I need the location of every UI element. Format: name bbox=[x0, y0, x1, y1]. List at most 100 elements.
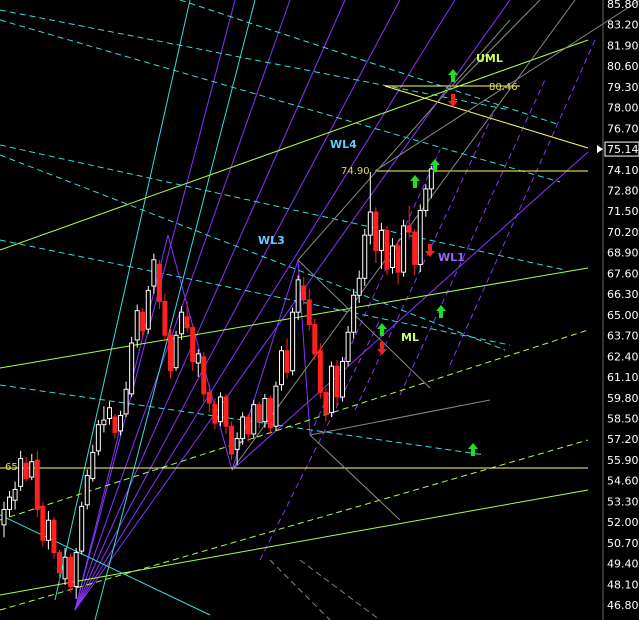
trendline-1 bbox=[74, 0, 236, 611]
candle-body-58 bbox=[323, 391, 329, 415]
candle-body-14 bbox=[79, 505, 85, 552]
candle-body-32 bbox=[179, 311, 185, 335]
candle-body-29 bbox=[162, 300, 168, 336]
y-tick-label-13: 67.60 bbox=[607, 267, 639, 280]
trendline-22 bbox=[0, 239, 511, 346]
candle-body-33 bbox=[184, 316, 190, 329]
candle-body-10 bbox=[57, 552, 62, 574]
arrow-down-4 bbox=[425, 244, 435, 257]
pitchfork-chart: UML 80.46 WL4 74.90 WL3 WL1 ML 65 85.80 83.20 81.… bbox=[0, 0, 639, 620]
candle-body-37 bbox=[206, 391, 212, 404]
candle-body-60 bbox=[334, 365, 340, 398]
candle-body-61 bbox=[340, 361, 346, 398]
candle-body-48 bbox=[267, 398, 273, 429]
y-tick-label-19: 59.80 bbox=[607, 392, 639, 405]
candle-body-7 bbox=[40, 505, 46, 541]
candle-body-20 bbox=[112, 416, 118, 433]
y-tick-label-27: 49.40 bbox=[607, 558, 639, 571]
candle-body-76 bbox=[423, 188, 429, 211]
annotation-label-6: ML bbox=[401, 331, 419, 344]
y-tick-label-24: 53.30 bbox=[607, 495, 639, 508]
trendline-39 bbox=[309, 434, 401, 521]
trendline-17 bbox=[94, 0, 256, 620]
candle-body-24 bbox=[134, 310, 140, 341]
candle-body-69 bbox=[384, 230, 390, 270]
trendline-3 bbox=[74, 0, 346, 611]
trendline-42 bbox=[299, 559, 381, 620]
candle-body-67 bbox=[373, 211, 379, 252]
candle-body-56 bbox=[312, 324, 318, 355]
arrow-up-7 bbox=[436, 305, 446, 318]
candle-body-70 bbox=[390, 245, 395, 269]
candle-body-3 bbox=[18, 458, 24, 487]
candle-body-18 bbox=[101, 419, 107, 426]
y-tick-label-17: 62.40 bbox=[607, 350, 639, 363]
candle-body-23 bbox=[129, 342, 135, 395]
candle-body-12 bbox=[68, 556, 74, 588]
candle-body-46 bbox=[256, 404, 262, 423]
candle-body-45 bbox=[251, 404, 257, 435]
candle-body-9 bbox=[51, 519, 57, 554]
candle-body-34 bbox=[190, 327, 196, 363]
y-tick-label-3: 80.60 bbox=[607, 60, 639, 73]
candle-body-71 bbox=[395, 245, 401, 273]
trendline-layer bbox=[0, 0, 639, 620]
candle-body-62 bbox=[345, 331, 351, 363]
candle-body-30 bbox=[168, 334, 173, 372]
trendline-2 bbox=[74, 0, 291, 611]
y-tick-label-7: 75.14 bbox=[607, 143, 639, 156]
trendline-19 bbox=[0, 19, 561, 183]
candle-body-39 bbox=[217, 396, 223, 423]
y-tick-label-22: 55.90 bbox=[607, 454, 639, 467]
trendline-34 bbox=[384, 85, 589, 149]
y-tick-label-23: 54.60 bbox=[607, 475, 639, 488]
candle-body-41 bbox=[229, 425, 235, 455]
annotation-label-5: WL1 bbox=[438, 251, 465, 264]
candle-body-53 bbox=[295, 279, 301, 313]
trendline-10 bbox=[231, 151, 589, 471]
candle-body-74 bbox=[412, 231, 418, 265]
candle-body-44 bbox=[245, 416, 251, 435]
y-tick-label-15: 65.00 bbox=[607, 309, 639, 322]
candle-body-77 bbox=[428, 168, 434, 190]
candle-body-54 bbox=[301, 285, 307, 301]
candle-body-75 bbox=[417, 209, 423, 265]
last-price-marker bbox=[597, 145, 603, 154]
y-tick-label-12: 68.90 bbox=[607, 247, 639, 260]
candle-body-68 bbox=[378, 230, 384, 252]
candles-layer bbox=[1, 165, 434, 599]
y-tick-label-8: 74.10 bbox=[607, 164, 639, 177]
annotation-label-7: 65 bbox=[5, 462, 18, 473]
candle-body-72 bbox=[401, 225, 407, 273]
y-tick-label-18: 61.10 bbox=[607, 371, 639, 384]
candle-body-73 bbox=[406, 225, 412, 233]
candle-body-26 bbox=[145, 290, 151, 330]
arrow-down-1 bbox=[448, 94, 458, 107]
candle-body-55 bbox=[306, 299, 312, 326]
y-tick-label-28: 48.10 bbox=[607, 578, 639, 591]
candle-body-38 bbox=[212, 404, 218, 424]
candle-body-40 bbox=[223, 396, 229, 427]
trendline-41 bbox=[269, 559, 331, 620]
annotation-label-1: 80.46 bbox=[489, 82, 518, 93]
candle-body-66 bbox=[367, 211, 373, 236]
candle-body-17 bbox=[95, 424, 101, 452]
y-tick-label-4: 79.30 bbox=[607, 81, 639, 94]
candle-body-5 bbox=[29, 461, 35, 478]
candle-body-52 bbox=[290, 311, 296, 372]
candle-body-59 bbox=[328, 365, 334, 413]
y-tick-label-2: 81.90 bbox=[607, 39, 639, 52]
candle-body-36 bbox=[201, 356, 207, 395]
candle-body-64 bbox=[356, 277, 362, 296]
trendline-20 bbox=[0, 144, 566, 271]
y-tick-label-10: 71.50 bbox=[607, 205, 639, 218]
candle-body-16 bbox=[90, 451, 96, 480]
candle-body-22 bbox=[123, 388, 129, 415]
candle-body-63 bbox=[351, 294, 357, 333]
candle-body-57 bbox=[317, 350, 323, 393]
candle-body-0 bbox=[1, 508, 7, 526]
candle-body-27 bbox=[151, 259, 157, 287]
candle-body-21 bbox=[118, 414, 124, 432]
annotation-label-0: UML bbox=[476, 52, 503, 65]
price-axis: 85.80 83.20 81.90 80.60 79.30 78.00 76.70 75.14… bbox=[597, 0, 639, 620]
